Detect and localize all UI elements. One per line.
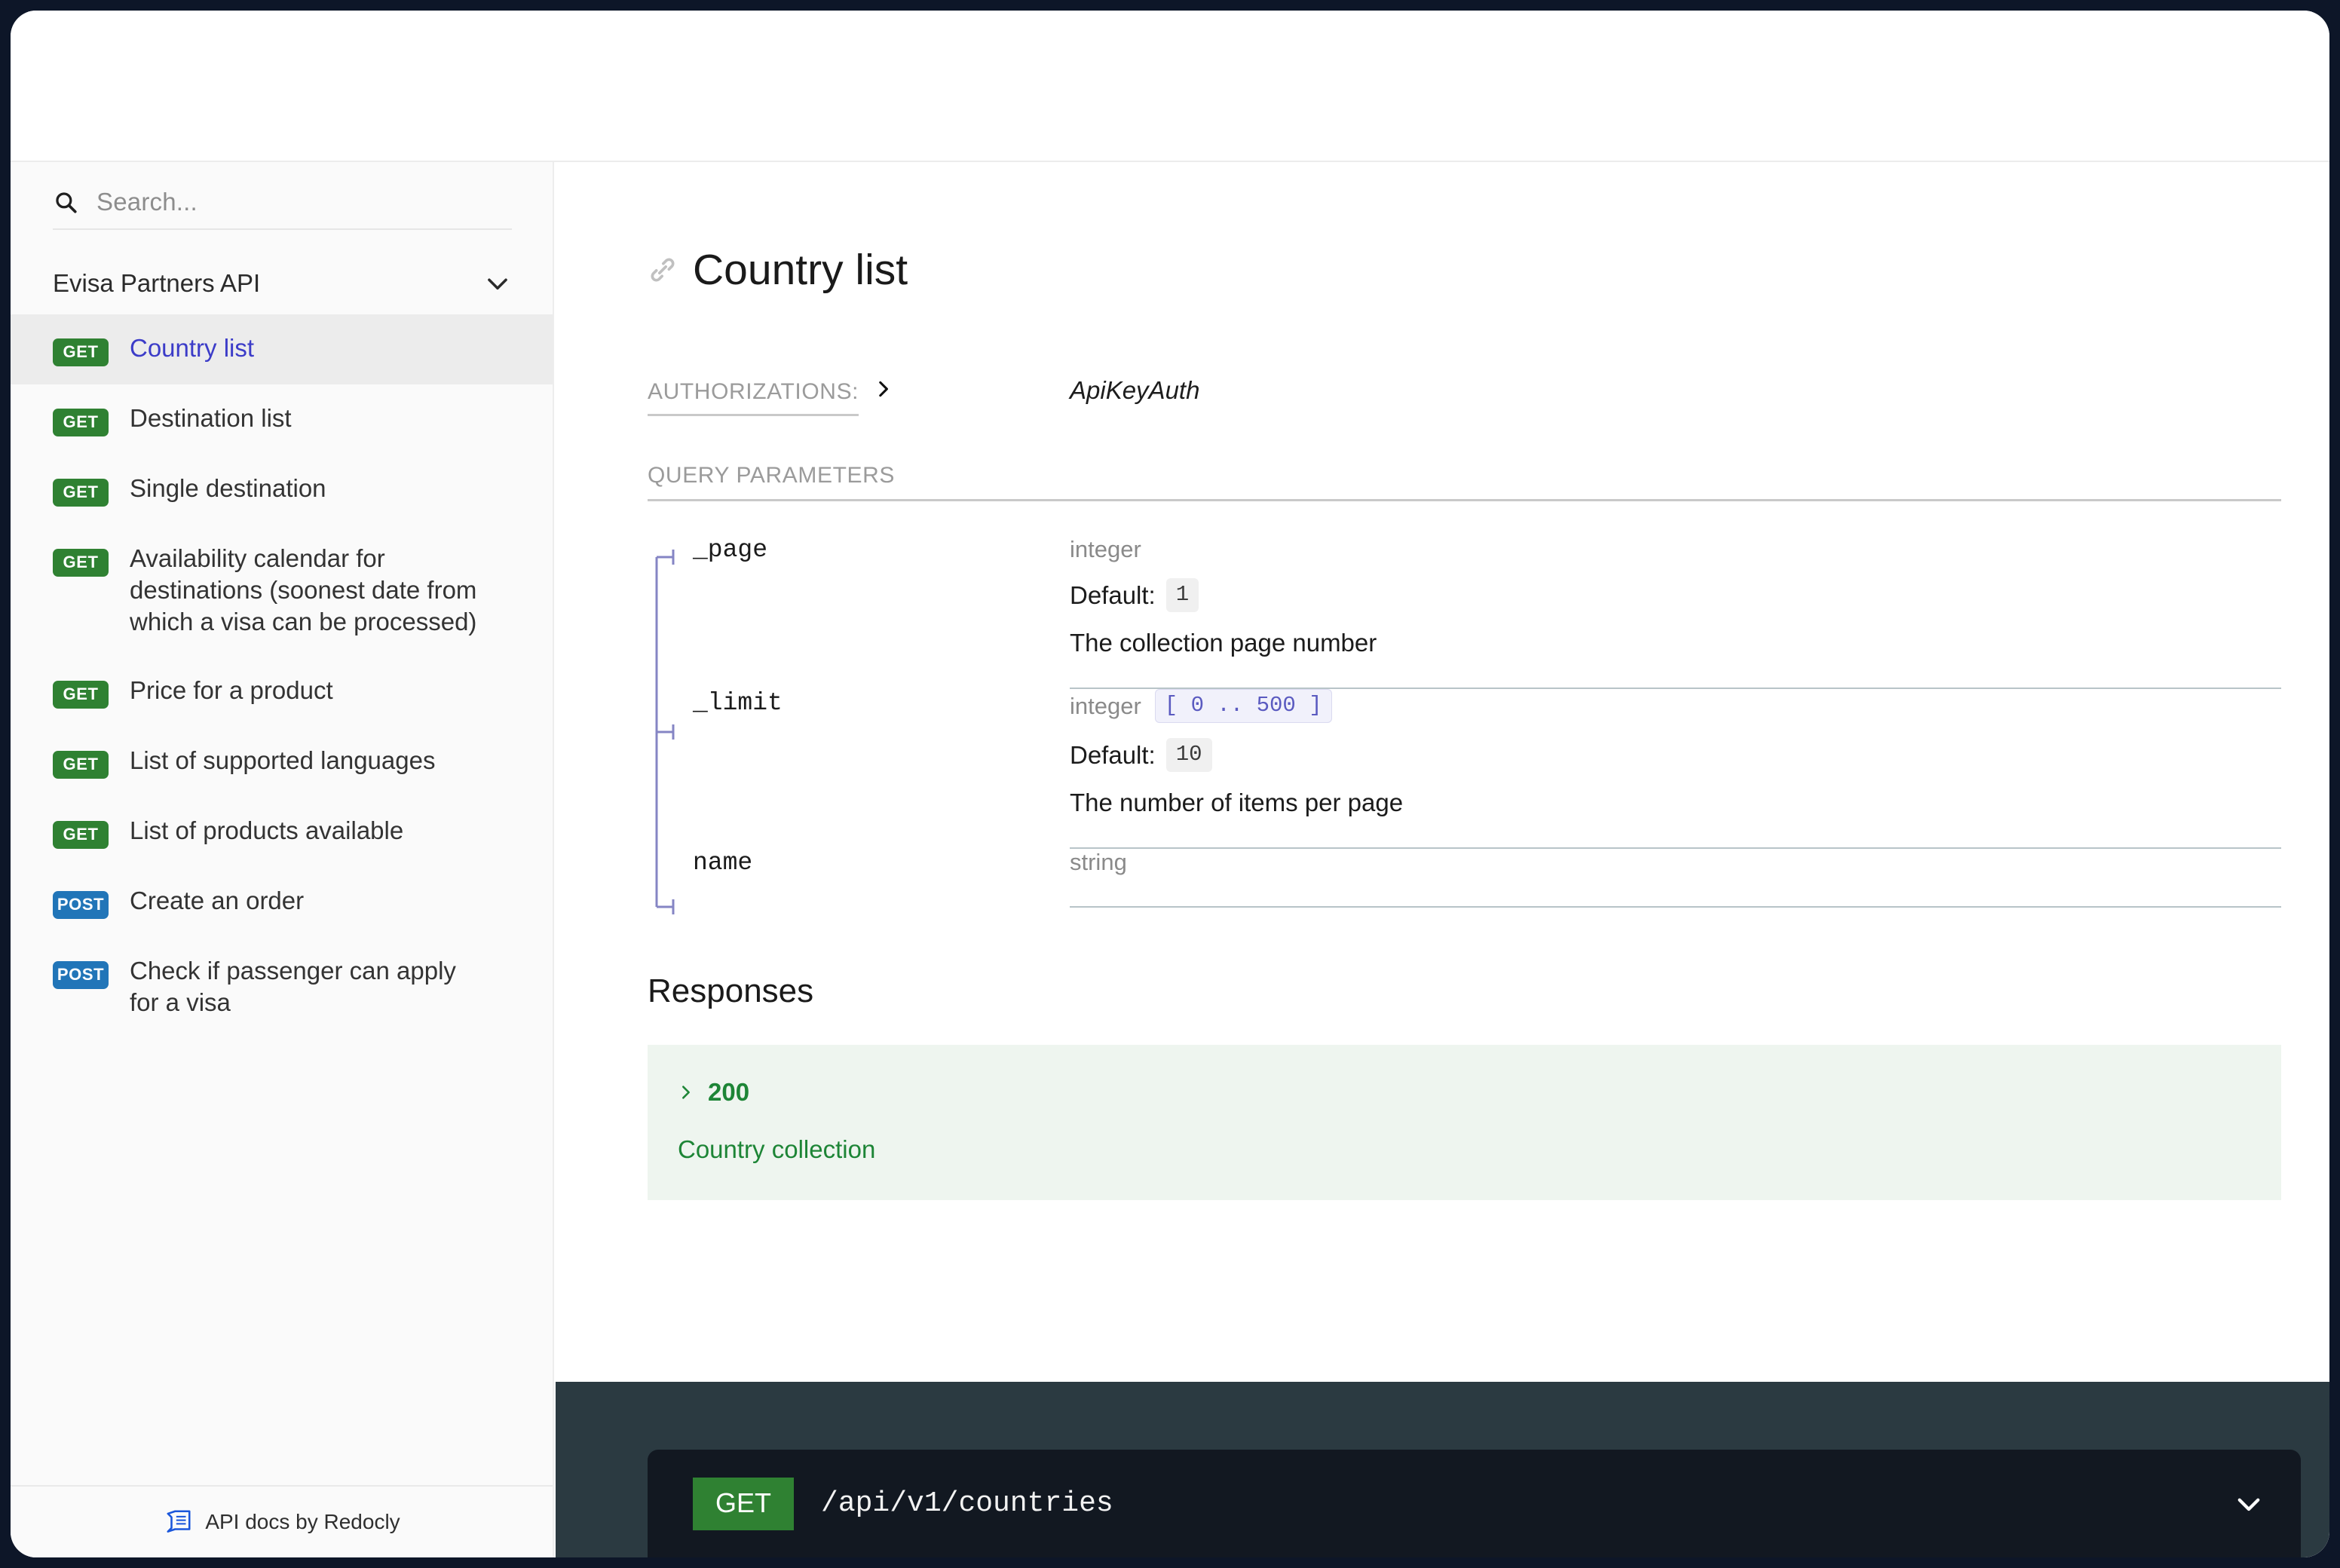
parameter-type-line: integer [ 0 .. 500 ] xyxy=(1070,689,2281,724)
parameter-info: integer Default: 1 The collection page n… xyxy=(1070,536,2281,690)
responses-heading: Responses xyxy=(648,972,814,1010)
parameter-type: string xyxy=(1070,849,1127,876)
sidebar-item-label: List of supported languages xyxy=(130,746,436,774)
page-title-row: Country list xyxy=(648,216,2281,323)
sidebar-item-list-of-products-available[interactable]: GET List of products available xyxy=(11,797,553,867)
query-parameters-heading: QUERY PARAMETERS xyxy=(648,463,2281,502)
parameter-default-label: Default: xyxy=(1070,740,1156,769)
sidebar-item-label: List of products available xyxy=(130,816,404,844)
endpoint-method-badge: GET xyxy=(693,1477,795,1530)
sidebar-item-label: Destination list xyxy=(130,404,292,432)
authorizations-row: AUTHORIZATIONS: ApiKeyAuth xyxy=(648,376,2281,417)
parameter-name: name xyxy=(693,849,753,877)
parameter-default-value: 10 xyxy=(1165,738,1212,773)
authorizations-value: ApiKeyAuth xyxy=(1070,376,1200,405)
page-title: Country list xyxy=(693,246,908,295)
method-badge-get: GET xyxy=(53,549,109,577)
top-header-bar xyxy=(11,11,2329,162)
chevron-down-icon[interactable] xyxy=(2233,1488,2265,1520)
sidebar-item-label: Create an order xyxy=(130,886,305,914)
search-input[interactable]: Search... xyxy=(53,188,512,230)
redocly-attribution-label: API docs by Redocly xyxy=(205,1510,400,1533)
authorizations-label: AUTHORIZATIONS: xyxy=(648,379,859,417)
sidebar-item-availability-calendar[interactable]: GET Availability calendar for destinatio… xyxy=(11,525,553,657)
chevron-right-icon xyxy=(678,1083,694,1102)
method-badge-get: GET xyxy=(53,820,109,849)
sidebar: Search... Evisa Partners API GET Country… xyxy=(11,162,554,1557)
parameter-type-line: integer xyxy=(1070,536,2281,563)
search-placeholder: Search... xyxy=(96,188,198,216)
method-badge-post: POST xyxy=(53,960,109,989)
sidebar-group-evisa-partners-api[interactable]: Evisa Partners API xyxy=(53,269,512,298)
parameter-default-line: Default: 10 xyxy=(1070,738,2281,773)
request-samples-panel: GET /api/v1/countries xyxy=(556,1382,2329,1557)
sidebar-group-label: Evisa Partners API xyxy=(53,269,261,297)
parameter-range-chip: [ 0 .. 500 ] xyxy=(1154,689,1332,724)
authorizations-section: AUTHORIZATIONS: ApiKeyAuth xyxy=(648,376,2281,417)
parameter-name-cell: _page xyxy=(648,536,1070,689)
sidebar-item-label: Check if passenger can apply for a visa xyxy=(130,956,456,1016)
parameter-description: The number of items per page xyxy=(1070,789,1404,817)
endpoint-path: /api/v1/countries xyxy=(821,1487,1113,1520)
main-content: Country list AUTHORIZATIONS: ApiKeyAuth … xyxy=(556,162,2329,1557)
method-badge-get: GET xyxy=(53,750,109,779)
sidebar-item-destination-list[interactable]: GET Destination list xyxy=(11,384,553,455)
sidebar-item-create-an-order[interactable]: POST Create an order xyxy=(11,867,553,937)
sidebar-item-single-destination[interactable]: GET Single destination xyxy=(11,455,553,525)
parameter-row: _limit integer [ 0 .. 500 ] Default: 10 xyxy=(648,689,2281,850)
parameter-type-line: string xyxy=(1070,849,2281,876)
parameter-default-line: Default: 1 xyxy=(1070,578,2281,613)
parameter-name: _limit xyxy=(693,689,783,718)
endpoint-bar[interactable]: GET /api/v1/countries xyxy=(648,1450,2301,1557)
response-200-box[interactable]: 200 Country collection xyxy=(648,1045,2281,1201)
sidebar-nav-list: GET Country list GET Destination list GE… xyxy=(11,314,553,1037)
parameter-info: integer [ 0 .. 500 ] Default: 10 The num… xyxy=(1070,689,2281,850)
sidebar-item-label: Availability calendar for destinations (… xyxy=(130,544,477,636)
parameter-type: integer xyxy=(1070,536,1141,563)
method-badge-post: POST xyxy=(53,890,109,919)
parameter-description: The collection page number xyxy=(1070,629,1377,657)
chevron-right-icon[interactable] xyxy=(873,379,893,399)
parameter-name-cell: name xyxy=(648,849,1070,908)
response-header[interactable]: 200 xyxy=(678,1078,2251,1107)
parameter-type: integer xyxy=(1070,692,1141,719)
parameter-name: _page xyxy=(693,536,768,565)
authorizations-key-cell: AUTHORIZATIONS: xyxy=(648,379,1070,417)
sidebar-item-list-of-supported-languages[interactable]: GET List of supported languages xyxy=(11,727,553,797)
query-parameters-list: _page integer Default: 1 The collection … xyxy=(648,536,2281,915)
parameter-name-cell: _limit xyxy=(648,689,1070,849)
chevron-down-icon xyxy=(483,269,512,298)
response-status-code: 200 xyxy=(708,1078,750,1107)
search-icon xyxy=(53,189,78,215)
parameter-default-label: Default: xyxy=(1070,580,1156,609)
sidebar-item-label: Country list xyxy=(130,334,255,362)
parameter-info: string xyxy=(1070,849,2281,908)
sidebar-item-label: Single destination xyxy=(130,474,326,502)
redocly-attribution[interactable]: API docs by Redocly xyxy=(11,1485,553,1557)
redocly-logo-icon xyxy=(164,1508,193,1536)
response-description: Country collection xyxy=(678,1135,876,1164)
method-badge-get: GET xyxy=(53,409,109,436)
parameter-default-value: 1 xyxy=(1165,578,1199,613)
method-badge-get: GET xyxy=(53,338,109,366)
method-badge-get: GET xyxy=(53,680,109,709)
method-badge-get: GET xyxy=(53,479,109,507)
parameter-row: name string xyxy=(648,849,2281,908)
app-window: Search... Evisa Partners API GET Country… xyxy=(11,11,2329,1557)
sidebar-item-country-list[interactable]: GET Country list xyxy=(11,314,553,384)
sidebar-item-check-if-passenger-can-apply[interactable]: POST Check if passenger can apply for a … xyxy=(11,937,553,1037)
sidebar-item-label: Price for a product xyxy=(130,675,333,704)
app-body: Search... Evisa Partners API GET Country… xyxy=(11,162,2329,1557)
parameter-row: _page integer Default: 1 The collection … xyxy=(648,536,2281,690)
link-anchor-icon[interactable] xyxy=(648,255,678,285)
sidebar-item-price-for-a-product[interactable]: GET Price for a product xyxy=(11,657,553,727)
